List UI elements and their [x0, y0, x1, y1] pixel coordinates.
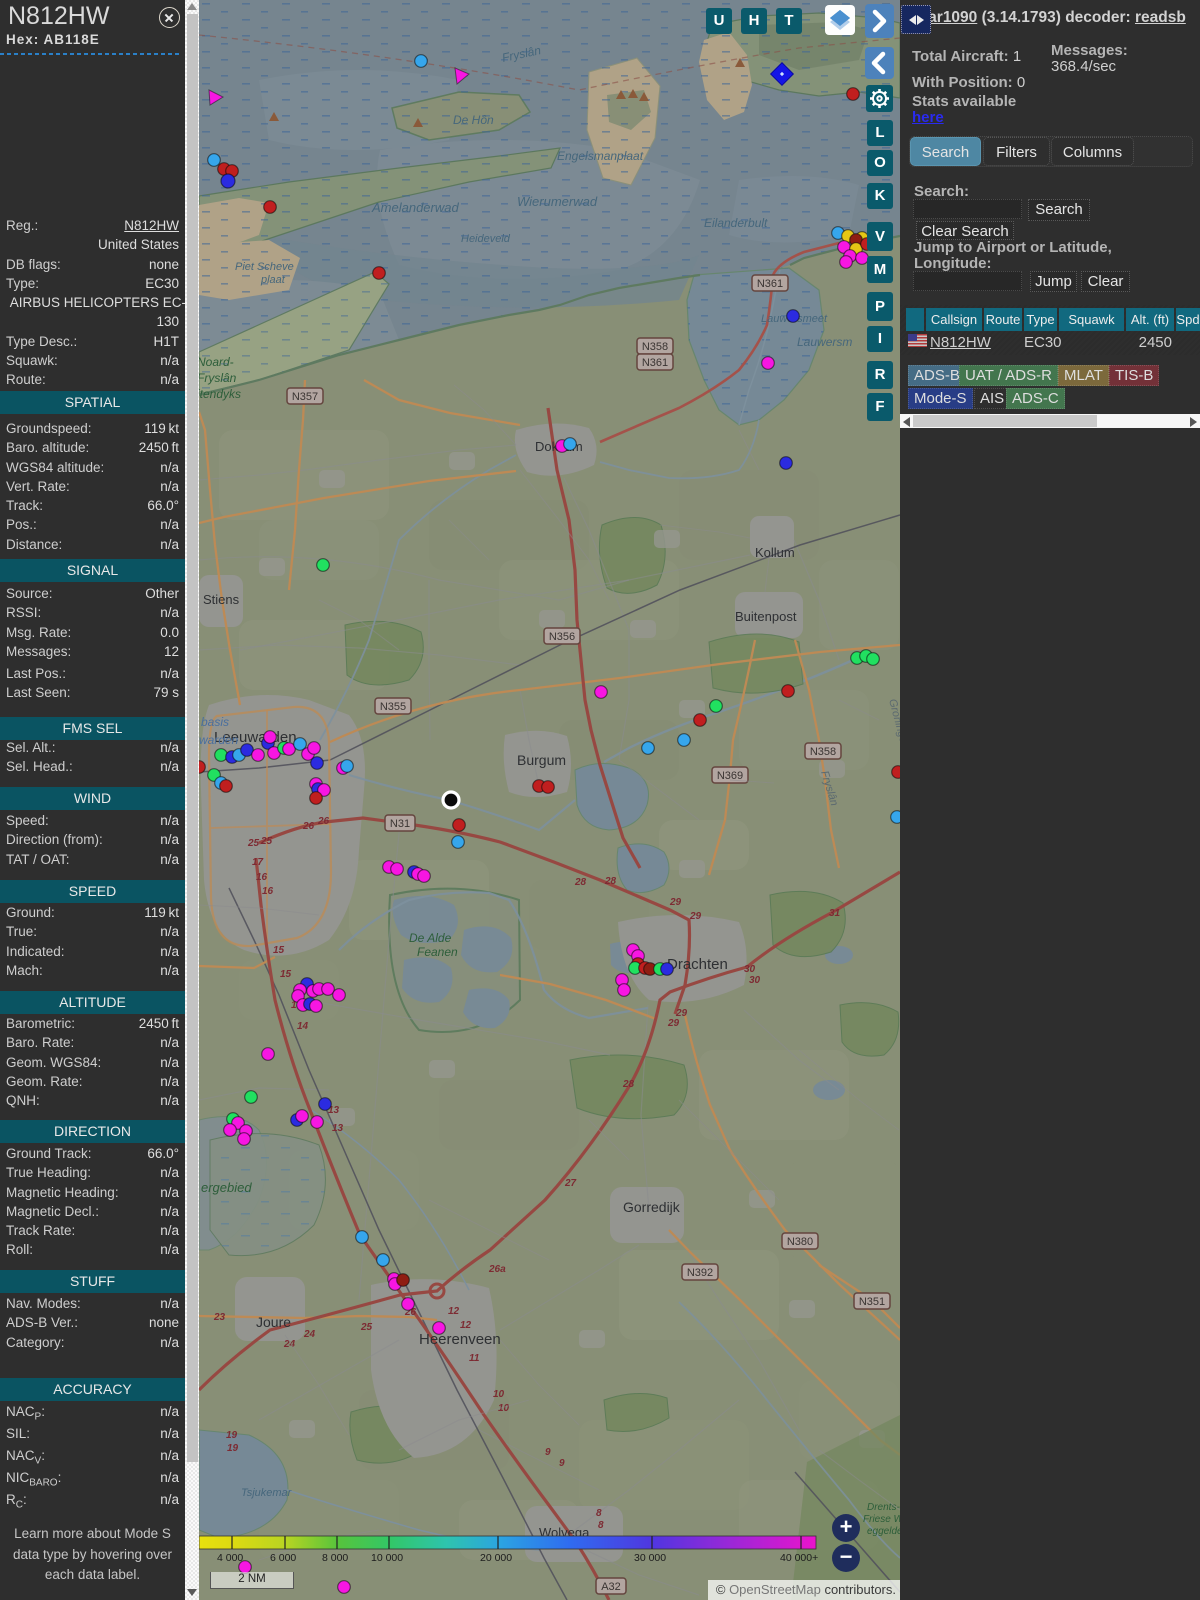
- svg-text:Buitenpost: Buitenpost: [735, 609, 797, 624]
- svg-text:19: 19: [226, 1430, 238, 1441]
- svg-text:16: 16: [262, 886, 274, 897]
- svg-text:11: 11: [469, 1353, 480, 1364]
- svg-text:15: 15: [273, 945, 285, 956]
- svg-text:Friese Wo: Friese Wo: [863, 1514, 900, 1525]
- svg-text:De Hôn: De Hôn: [453, 113, 494, 127]
- svg-text:A32: A32: [601, 1581, 621, 1593]
- svg-text:Gorredijk: Gorredijk: [623, 1199, 681, 1215]
- svg-text:28: 28: [604, 876, 617, 887]
- svg-text:26: 26: [317, 816, 330, 827]
- svg-text:N355: N355: [380, 701, 406, 713]
- svg-text:N351: N351: [859, 1296, 885, 1308]
- svg-text:27: 27: [564, 1178, 577, 1189]
- svg-text:12: 12: [448, 1306, 460, 1317]
- svg-text:26a: 26a: [488, 1264, 506, 1275]
- svg-text:plaat: plaat: [260, 274, 286, 286]
- svg-text:Lauwersm: Lauwersm: [797, 335, 852, 349]
- svg-text:17: 17: [252, 857, 264, 868]
- svg-text:Tsjukemar: Tsjukemar: [241, 1487, 293, 1499]
- svg-text:15: 15: [280, 969, 292, 980]
- svg-text:Stiens: Stiens: [203, 592, 240, 607]
- svg-text:N356: N356: [549, 631, 575, 643]
- svg-text:Heerenveen: Heerenveen: [419, 1331, 501, 1348]
- svg-text:Wierumerwad: Wierumerwad: [517, 194, 598, 209]
- svg-text:Drachten: Drachten: [667, 956, 728, 973]
- svg-text:19: 19: [227, 1443, 239, 1454]
- svg-text:8: 8: [598, 1520, 604, 1531]
- svg-text:N392: N392: [687, 1267, 713, 1279]
- svg-text:warden: warden: [199, 733, 239, 747]
- svg-text:N357: N357: [292, 391, 318, 403]
- svg-text:Heideveld: Heideveld: [461, 233, 511, 245]
- svg-text:basis: basis: [201, 715, 229, 729]
- svg-text:Eilanderbult: Eilanderbult: [704, 216, 768, 230]
- svg-text:N358: N358: [642, 341, 668, 353]
- svg-text:eggelde: eggelde: [867, 1526, 900, 1537]
- svg-text:9: 9: [545, 1447, 551, 1458]
- svg-text:De Alde: De Alde: [409, 931, 452, 945]
- svg-text:Feanen: Feanen: [417, 945, 458, 959]
- svg-text:N358: N358: [810, 746, 836, 758]
- svg-text:Piet Scheve: Piet Scheve: [235, 261, 294, 273]
- svg-text:30: 30: [744, 964, 756, 975]
- svg-text:13: 13: [332, 1123, 344, 1134]
- svg-text:29: 29: [667, 1018, 680, 1029]
- svg-text:Joure: Joure: [256, 1314, 291, 1330]
- svg-text:25: 25: [260, 836, 273, 847]
- svg-text:Kollum: Kollum: [755, 545, 795, 560]
- svg-text:12: 12: [460, 1320, 472, 1331]
- svg-text:31: 31: [829, 908, 841, 919]
- svg-text:25: 25: [360, 1322, 373, 1333]
- svg-text:29: 29: [689, 911, 702, 922]
- svg-text:16: 16: [256, 872, 268, 883]
- svg-text:Amelanderwad: Amelanderwad: [371, 200, 459, 215]
- svg-text:28: 28: [574, 877, 587, 888]
- svg-text:itendyks: itendyks: [199, 387, 241, 401]
- svg-text:30: 30: [749, 975, 761, 986]
- svg-text:Engelsmanplaat: Engelsmanplaat: [557, 149, 644, 163]
- svg-text:ergebied: ergebied: [201, 1180, 252, 1195]
- svg-text:24: 24: [303, 1329, 316, 1340]
- svg-text:10: 10: [493, 1389, 505, 1400]
- svg-text:Drents-: Drents-: [867, 1502, 900, 1513]
- svg-text:N361: N361: [642, 357, 668, 369]
- svg-text:9: 9: [559, 1458, 565, 1469]
- svg-text:28: 28: [622, 1079, 635, 1090]
- svg-text:25: 25: [247, 838, 260, 849]
- svg-text:Noard-: Noard-: [199, 355, 234, 369]
- svg-text:26: 26: [302, 821, 315, 832]
- svg-text:N31: N31: [390, 818, 410, 830]
- svg-text:8: 8: [596, 1508, 602, 1519]
- svg-text:N361: N361: [757, 278, 783, 290]
- svg-text:29: 29: [669, 897, 682, 908]
- svg-text:23: 23: [213, 1312, 226, 1323]
- svg-text:N380: N380: [787, 1236, 813, 1248]
- svg-text:14: 14: [297, 1021, 309, 1032]
- svg-text:Fryslân: Fryslân: [199, 371, 237, 385]
- svg-text:Burgum: Burgum: [517, 752, 566, 768]
